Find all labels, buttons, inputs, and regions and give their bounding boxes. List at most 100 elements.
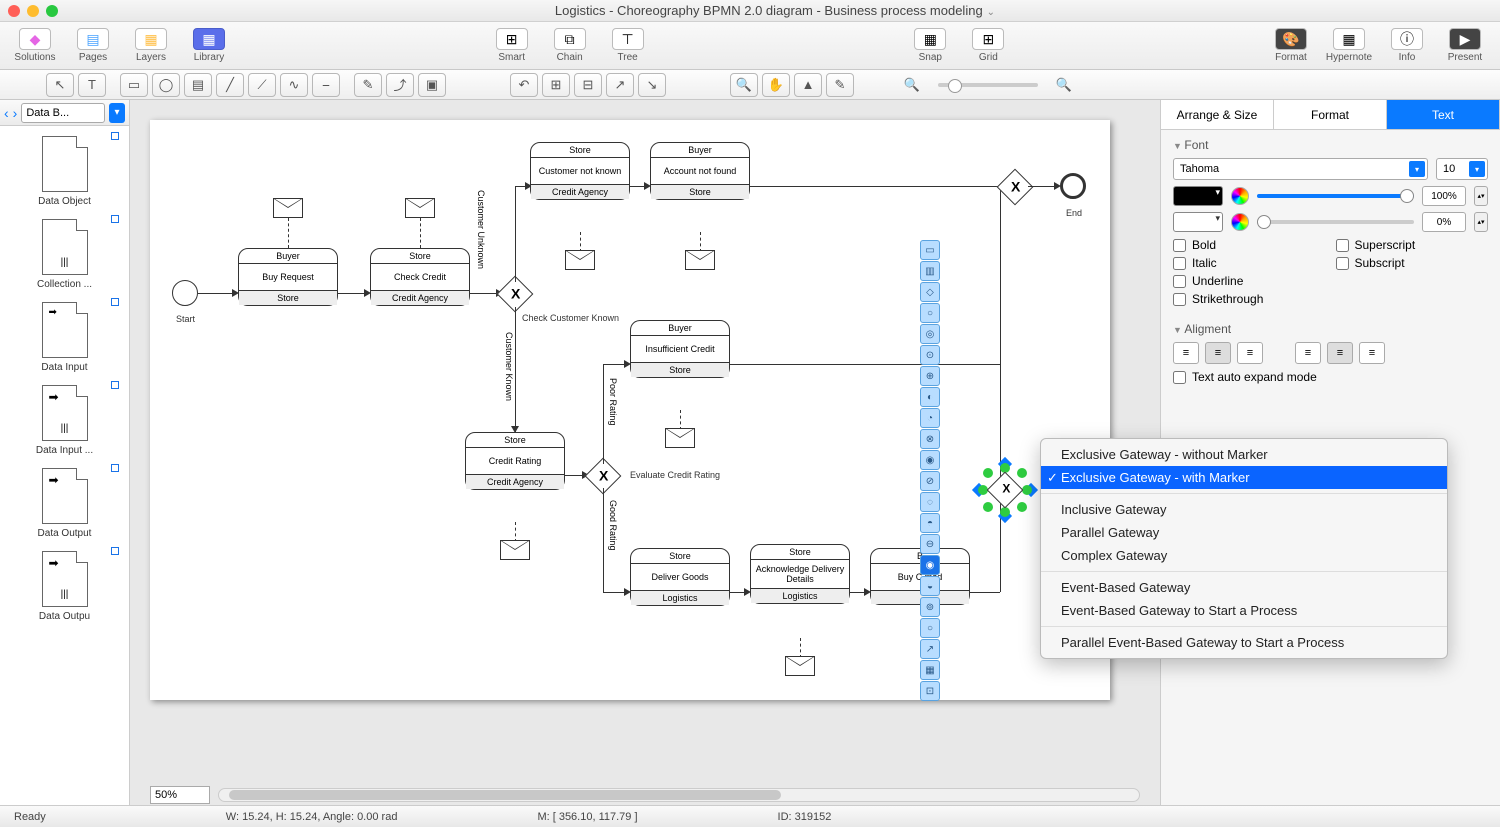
toolbar-solutions[interactable]: ◆Solutions: [10, 28, 60, 63]
tool-add-point[interactable]: ⤴: [386, 73, 414, 97]
task-not-found[interactable]: Buyer Account not found Store: [650, 142, 750, 200]
valign-top[interactable]: ≡: [1295, 342, 1321, 364]
tool-stamp[interactable]: ▲: [794, 73, 822, 97]
minimize-window-button[interactable]: [27, 5, 39, 17]
strip-icon[interactable]: ○: [920, 618, 940, 638]
opacity-stepper-2[interactable]: ▴▾: [1474, 212, 1488, 232]
shape-collection[interactable]: |||Collection ...: [0, 213, 129, 296]
tool-table[interactable]: ▤: [184, 73, 212, 97]
shape-data-output-coll[interactable]: ➡|||Data Outpu: [0, 545, 129, 628]
tool-ungroup[interactable]: ⊟: [574, 73, 602, 97]
strip-icon[interactable]: ⊕: [920, 366, 940, 386]
strip-icon[interactable]: ⊙: [920, 345, 940, 365]
tool-undo[interactable]: ↶: [510, 73, 538, 97]
strip-icon[interactable]: ◇: [920, 282, 940, 302]
tool-arc[interactable]: ⟋: [248, 73, 276, 97]
tool-zoom[interactable]: 🔍: [730, 73, 758, 97]
toolbar-info[interactable]: ⓘInfo: [1382, 28, 1432, 63]
toolbar-hypernote[interactable]: ▦Hypernote: [1324, 28, 1374, 63]
library-dropdown-icon[interactable]: ▾: [109, 103, 125, 123]
strip-icon[interactable]: ▥: [920, 261, 940, 281]
tool-front[interactable]: ↗: [606, 73, 634, 97]
color-picker-icon[interactable]: [1231, 213, 1249, 231]
tool-connector[interactable]: ⎯: [312, 73, 340, 97]
strip-icon-selected[interactable]: ◉: [920, 555, 940, 575]
zoom-out-button[interactable]: 🔍: [898, 73, 926, 97]
title-dropdown-icon[interactable]: ⌄: [987, 7, 995, 18]
opacity-slider-1[interactable]: [1257, 194, 1414, 198]
shape-data-object[interactable]: Data Object: [0, 130, 129, 213]
tool-ellipse[interactable]: ◯: [152, 73, 180, 97]
toolbar-tree[interactable]: ⊤Tree: [603, 28, 653, 63]
font-size-select[interactable]: 10▾: [1436, 158, 1488, 180]
menu-event-based[interactable]: Event-Based Gateway: [1041, 576, 1447, 599]
color-picker-icon[interactable]: [1231, 187, 1249, 205]
zoom-slider[interactable]: [938, 83, 1038, 87]
task-not-known[interactable]: Store Customer not known Credit Agency: [530, 142, 630, 200]
tool-line[interactable]: ╱: [216, 73, 244, 97]
end-event[interactable]: [1060, 173, 1086, 199]
diagram-paper[interactable]: Start Buyer Buy Request Store Store Chec…: [150, 120, 1110, 700]
bg-color-well[interactable]: [1173, 212, 1223, 232]
shape-data-input-coll[interactable]: ➡|||Data Input ...: [0, 379, 129, 462]
task-deliver[interactable]: Store Deliver Goods Logistics: [630, 548, 730, 606]
tab-text[interactable]: Text: [1387, 100, 1500, 129]
menu-parallel[interactable]: Parallel Gateway: [1041, 521, 1447, 544]
strip-icon[interactable]: ▭: [920, 240, 940, 260]
align-left[interactable]: ≡: [1173, 342, 1199, 364]
strip-icon[interactable]: ○: [920, 303, 940, 323]
menu-excl-marker[interactable]: Exclusive Gateway - with Marker: [1041, 466, 1447, 489]
menu-excl-no-marker[interactable]: Exclusive Gateway - without Marker: [1041, 443, 1447, 466]
tool-rect[interactable]: ▭: [120, 73, 148, 97]
strip-icon[interactable]: ↗: [920, 639, 940, 659]
zoom-in-button[interactable]: 🔍: [1050, 73, 1078, 97]
tool-erase[interactable]: ✎: [354, 73, 382, 97]
check-superscript[interactable]: Superscript: [1336, 238, 1489, 252]
tool-hand[interactable]: ✋: [762, 73, 790, 97]
toolbar-smart[interactable]: ⊞Smart: [487, 28, 537, 63]
gateway-merge[interactable]: X: [997, 169, 1034, 206]
tool-text[interactable]: T: [78, 73, 106, 97]
menu-inclusive[interactable]: Inclusive Gateway: [1041, 498, 1447, 521]
close-window-button[interactable]: [8, 5, 20, 17]
horizontal-scrollbar[interactable]: [218, 788, 1140, 802]
font-family-select[interactable]: Tahoma▾: [1173, 158, 1428, 180]
check-underline[interactable]: Underline: [1173, 274, 1326, 288]
zoom-level[interactable]: 50%: [150, 786, 210, 804]
opacity-stepper-1[interactable]: ▴▾: [1474, 186, 1488, 206]
check-bold[interactable]: Bold: [1173, 238, 1326, 252]
task-credit-rating[interactable]: Store Credit Rating Credit Agency: [465, 432, 565, 490]
tool-group[interactable]: ⊞: [542, 73, 570, 97]
toolbar-library[interactable]: ▦Library: [184, 28, 234, 63]
check-italic[interactable]: Italic: [1173, 256, 1326, 270]
tool-spline[interactable]: ∿: [280, 73, 308, 97]
strip-icon[interactable]: ⊡: [920, 681, 940, 701]
shape-data-output[interactable]: ➡Data Output: [0, 462, 129, 545]
menu-parallel-event-start[interactable]: Parallel Event-Based Gateway to Start a …: [1041, 631, 1447, 654]
tool-crop[interactable]: ▣: [418, 73, 446, 97]
strip-icon[interactable]: ◓: [920, 513, 940, 533]
toolbar-format[interactable]: 🎨Format: [1266, 28, 1316, 63]
menu-event-start[interactable]: Event-Based Gateway to Start a Process: [1041, 599, 1447, 622]
canvas[interactable]: Start Buyer Buy Request Store Store Chec…: [130, 100, 1160, 805]
nav-back-button[interactable]: ‹: [4, 105, 9, 121]
strip-icon[interactable]: ⊚: [920, 597, 940, 617]
toolbar-layers[interactable]: ▦Layers: [126, 28, 176, 63]
nav-forward-button[interactable]: ›: [13, 105, 18, 121]
tool-back[interactable]: ↘: [638, 73, 666, 97]
check-auto-expand[interactable]: Text auto expand mode: [1173, 370, 1488, 384]
shape-data-input[interactable]: ➡Data Input: [0, 296, 129, 379]
task-buy-request[interactable]: Buyer Buy Request Store: [238, 248, 338, 306]
start-event[interactable]: [172, 280, 198, 306]
selected-gateway[interactable]: X: [980, 465, 1030, 515]
strip-icon[interactable]: ◎: [920, 324, 940, 344]
strip-icon[interactable]: ⊖: [920, 534, 940, 554]
toolbar-snap[interactable]: ▦Snap: [905, 28, 955, 63]
align-center[interactable]: ≡: [1205, 342, 1231, 364]
tab-arrange[interactable]: Arrange & Size: [1161, 100, 1274, 129]
toolbar-chain[interactable]: ⧉Chain: [545, 28, 595, 63]
tool-eyedropper[interactable]: ✎: [826, 73, 854, 97]
library-select[interactable]: Data B...: [21, 103, 105, 123]
menu-complex[interactable]: Complex Gateway: [1041, 544, 1447, 567]
strip-icon[interactable]: ▦: [920, 660, 940, 680]
